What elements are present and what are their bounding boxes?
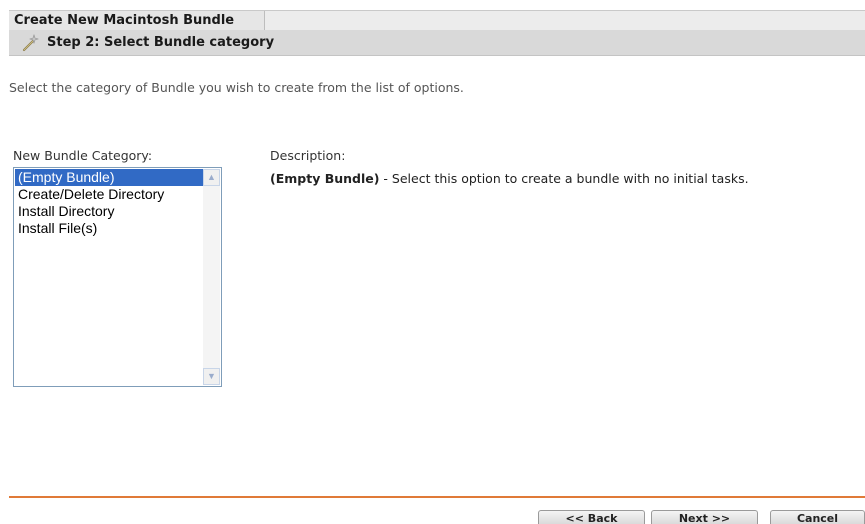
wand-icon <box>21 34 39 52</box>
footer-divider <box>9 496 865 498</box>
category-list-label: New Bundle Category: <box>13 148 153 163</box>
list-scrollbar[interactable]: ▲ ▼ <box>203 169 220 385</box>
next-button[interactable]: Next >> <box>651 510 758 524</box>
list-item-install-directory[interactable]: Install Directory <box>15 203 203 220</box>
step-title: Step 2: Select Bundle category <box>47 35 275 50</box>
list-item-create-delete-directory[interactable]: Create/Delete Directory <box>15 186 203 203</box>
description-category-name: (Empty Bundle) <box>270 171 380 186</box>
scroll-down-icon[interactable]: ▼ <box>203 368 220 385</box>
description-label: Description: <box>270 148 346 163</box>
scroll-up-icon[interactable]: ▲ <box>203 169 220 186</box>
back-button[interactable]: << Back <box>538 510 645 524</box>
page-title: Create New Macintosh Bundle <box>9 11 265 30</box>
description-body: - Select this option to create a bundle … <box>379 171 749 186</box>
cancel-button[interactable]: Cancel <box>770 510 865 524</box>
category-listbox[interactable]: (Empty Bundle) Create/Delete Directory I… <box>13 167 222 387</box>
list-item-install-files[interactable]: Install File(s) <box>15 220 203 237</box>
step-header: Step 2: Select Bundle category <box>9 30 865 56</box>
description-text: (Empty Bundle) - Select this option to c… <box>270 171 749 186</box>
wizard-page: Create New Macintosh Bundle Step 2: Sele… <box>0 0 865 524</box>
title-bar: Create New Macintosh Bundle <box>9 10 865 30</box>
category-list-items: (Empty Bundle) Create/Delete Directory I… <box>15 169 203 237</box>
list-item-empty-bundle[interactable]: (Empty Bundle) <box>15 169 203 186</box>
instruction-text: Select the category of Bundle you wish t… <box>9 80 464 95</box>
